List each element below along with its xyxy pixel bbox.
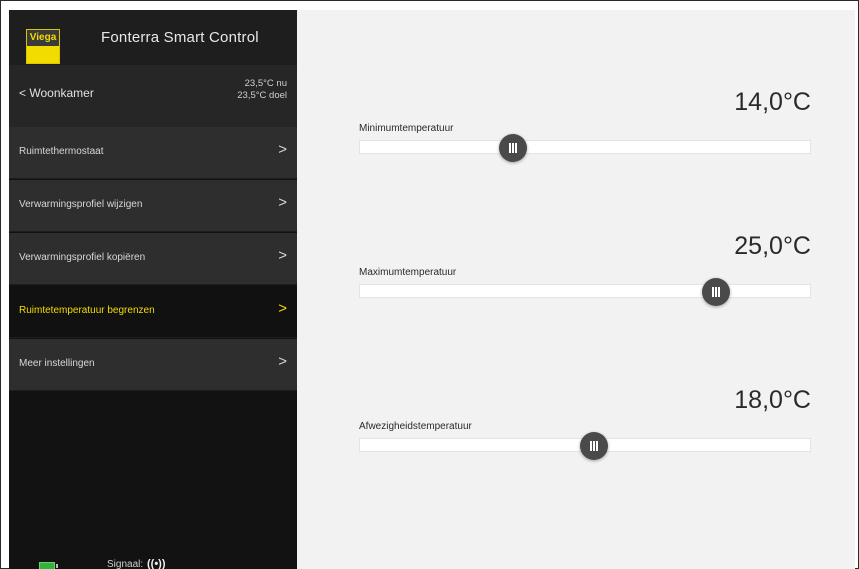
grip-icon xyxy=(711,287,720,297)
menu-item-label: Verwarmingsprofiel kopiëren xyxy=(19,252,146,263)
room-header[interactable]: < Woonkamer 23,5°C nu 23,5°C doel xyxy=(9,65,297,127)
current-temperature: 23,5°C nu xyxy=(244,78,287,89)
slider-thumb[interactable] xyxy=(701,278,730,306)
menu-item-label: Meer instellingen xyxy=(19,358,95,369)
signal-icon: ((•)) xyxy=(147,558,166,569)
grip-icon xyxy=(590,441,598,451)
viega-logo: Viega xyxy=(26,29,60,64)
app-frame: Viega Fonterra Smart Control < Woonkamer… xyxy=(0,0,859,569)
chevron-right-icon: > xyxy=(278,194,287,211)
back-button[interactable]: < Woonkamer xyxy=(19,86,94,100)
minimum-temperature-setting: Minimumtemperatuur 14,0°C xyxy=(359,88,811,168)
setting-label: Minimumtemperatuur xyxy=(359,123,454,134)
chevron-right-icon: > xyxy=(278,247,287,264)
menu-item-more-settings[interactable]: Meer instellingen > xyxy=(9,339,297,391)
menu-item-change-heating-profile[interactable]: Verwarmingsprofiel wijzigen > xyxy=(9,180,297,232)
menu-item-room-thermostat[interactable]: Ruimtethermostaat > xyxy=(9,127,297,179)
menu-item-label: Ruimtethermostaat xyxy=(19,146,104,157)
menu-item-copy-heating-profile[interactable]: Verwarmingsprofiel kopiëren > xyxy=(9,233,297,285)
chevron-left-icon: < xyxy=(19,86,27,100)
chevron-right-icon: > xyxy=(278,300,287,317)
menu-item-limit-room-temperature[interactable]: Ruimtetemperatuur begrenzen > xyxy=(9,286,297,338)
slider-thumb[interactable] xyxy=(580,432,608,460)
maximum-temperature-setting: Maximumtemperatuur 25,0°C xyxy=(359,232,811,312)
sidebar: Viega Fonterra Smart Control < Woonkamer… xyxy=(9,10,297,569)
slider-track[interactable] xyxy=(359,278,811,306)
room-name: Woonkamer xyxy=(29,86,94,100)
setting-value: 25,0°C xyxy=(734,232,811,260)
setting-label: Afwezigheidstemperatuur xyxy=(359,421,472,432)
signal-label: Signaal: xyxy=(107,559,144,569)
slider-track[interactable] xyxy=(359,432,811,460)
status-bar: Signaal: ((•)) xyxy=(9,540,297,569)
battery-cap xyxy=(56,564,58,568)
grip-icon xyxy=(509,143,517,153)
chevron-right-icon: > xyxy=(278,353,287,370)
room-temperatures: 23,5°C nu 23,5°C doel xyxy=(237,78,287,102)
menu-item-label: Ruimtetemperatuur begrenzen xyxy=(19,305,155,316)
setting-value: 18,0°C xyxy=(734,386,811,414)
app-header: Viega Fonterra Smart Control xyxy=(9,10,297,65)
main-panel: Minimumtemperatuur 14,0°C Maximumtempera… xyxy=(297,10,855,569)
chevron-right-icon: > xyxy=(278,141,287,158)
slider-track[interactable] xyxy=(359,134,811,162)
setting-value: 14,0°C xyxy=(734,88,811,116)
setting-label: Maximumtemperatuur xyxy=(359,267,457,278)
slider-thumb[interactable] xyxy=(499,134,527,162)
absence-temperature-setting: Afwezigheidstemperatuur 18,0°C xyxy=(359,386,811,466)
menu-item-label: Verwarmingsprofiel wijzigen xyxy=(19,199,143,210)
logo-wordmark: Viega xyxy=(27,30,59,46)
battery-icon xyxy=(39,562,55,569)
app-title: Fonterra Smart Control xyxy=(101,29,259,46)
target-temperature: 23,5°C doel xyxy=(237,90,287,101)
